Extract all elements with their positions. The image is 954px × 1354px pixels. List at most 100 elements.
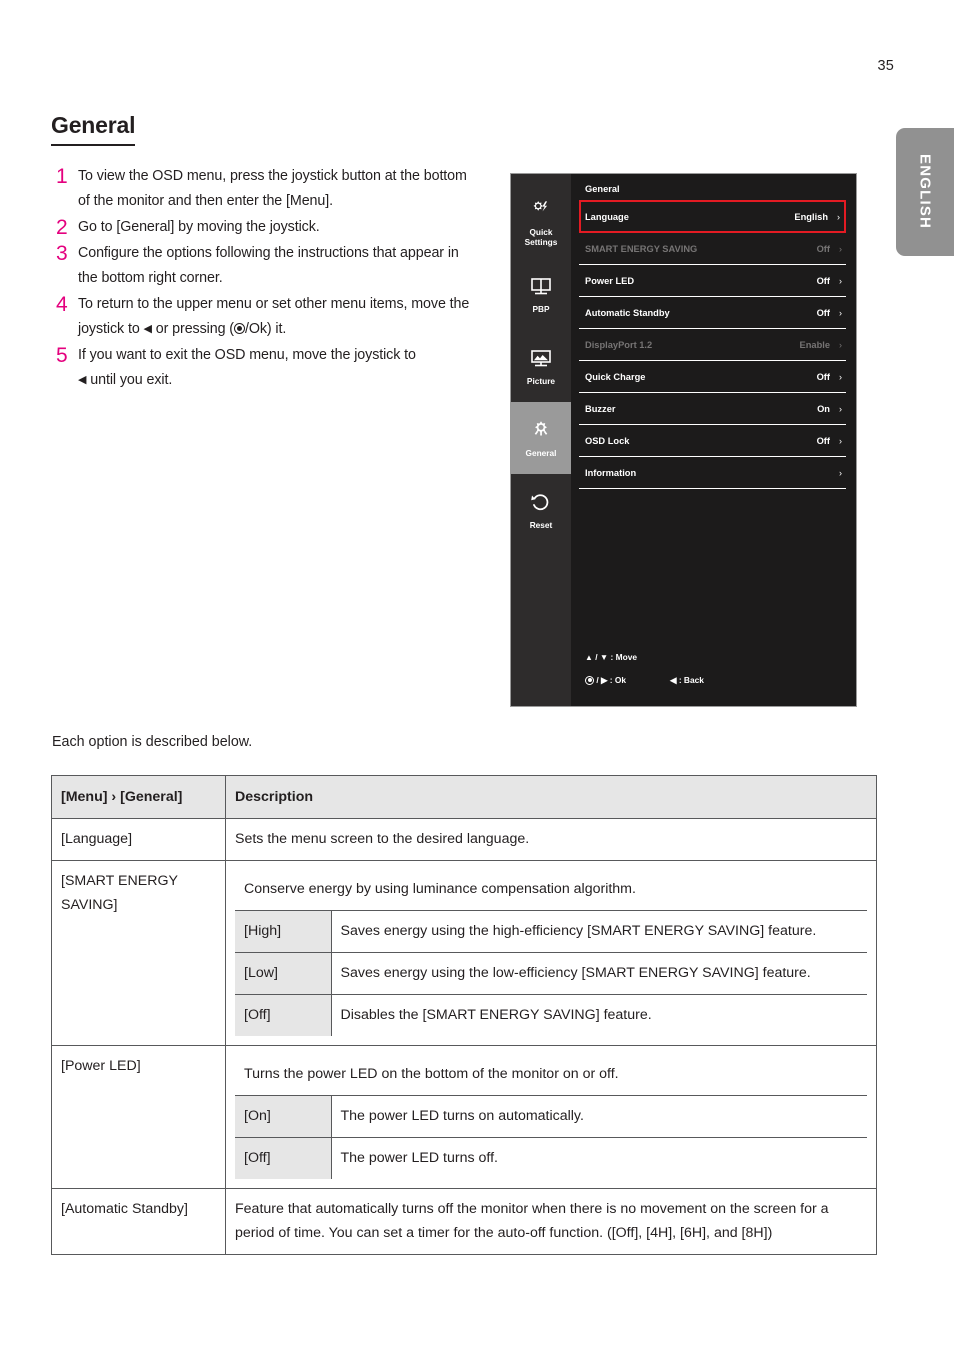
step-number: 5 (56, 344, 68, 367)
inner-row: [Low] Saves energy using the low-efficie… (235, 952, 867, 995)
osd-tab-label: PBP (532, 304, 549, 314)
osd-item-label: Quick Charge (585, 371, 646, 382)
inner-row: [Off] The power LED turns off. (235, 1137, 867, 1179)
osd-item-value: Off (816, 243, 830, 254)
step-number: 4 (56, 293, 68, 316)
osd-tab-label: Quick Settings (525, 227, 558, 247)
osd-item-osd-lock[interactable]: OSD Lock Off › (579, 425, 846, 457)
joystick-ok-icon (585, 675, 594, 685)
osd-tab-label-line1: Picture (526, 376, 556, 386)
osd-item-displayport-12[interactable]: DisplayPort 1.2 Enable › (579, 329, 846, 361)
inner-row: [Off] Disables the [SMART ENERGY SAVING]… (235, 994, 867, 1036)
list-item: 4 To return to the upper menu or set oth… (56, 292, 476, 342)
osd-item-value: Off (816, 371, 830, 382)
table-cell-sub-description: The power LED turns off. (330, 1137, 867, 1179)
list-item: 1 To view the OSD menu, press the joysti… (56, 164, 476, 214)
osd-tab-reset[interactable]: Reset (511, 474, 571, 546)
osd-item-value: Enable (799, 339, 830, 350)
joystick-left-icon: ◀ (143, 323, 152, 335)
osd-item-information[interactable]: Information › (579, 457, 846, 489)
osd-item-language[interactable]: Language English › (579, 200, 846, 233)
list-item: 3 Configure the options following the in… (56, 241, 476, 291)
language-tab-label: ENGLISH (916, 154, 934, 230)
inner-row: Conserve energy by using luminance compe… (235, 869, 867, 911)
osd-item-value: Off (816, 435, 830, 446)
step-text-part: until you exit. (86, 372, 173, 388)
list-item: 2 Go to [General] by moving the joystick… (56, 215, 476, 240)
table-cell-sub-label: [On] (235, 1095, 331, 1138)
chevron-right-icon: › (839, 467, 842, 478)
table-row: [Automatic Standby] Feature that automat… (51, 1188, 877, 1255)
table-cell-description: Feature that automatically turns off the… (225, 1188, 877, 1255)
osd-item-smart-energy-saving[interactable]: SMART ENERGY SAVING Off › (579, 233, 846, 265)
osd-main-panel: General Language English › SMART ENERGY … (571, 174, 856, 706)
osd-item-label: SMART ENERGY SAVING (585, 243, 698, 254)
table-cell-description: Sets the menu screen to the desired lang… (225, 818, 877, 861)
step-text: Go to [General] by moving the joystick. (78, 215, 320, 240)
osd-tab-general[interactable]: General (511, 402, 571, 474)
osd-item-label: DisplayPort 1.2 (585, 339, 653, 350)
instruction-steps: 1 To view the OSD menu, press the joysti… (56, 164, 476, 394)
quick-settings-icon (529, 197, 553, 223)
table-cell-option-name: [Language] (51, 818, 226, 861)
osd-tab-pbp[interactable]: PBP (511, 258, 571, 330)
joystick-ok-icon (233, 323, 245, 334)
table-header-description: Description (225, 775, 877, 819)
table-cell-sub-description: Saves energy using the low-efficiency [S… (330, 952, 867, 995)
osd-item-buzzer[interactable]: Buzzer On › (579, 393, 846, 425)
osd-item-power-led[interactable]: Power LED Off › (579, 265, 846, 297)
step-text-part: /Ok) it. (244, 321, 287, 337)
osd-item-label: Language (585, 211, 629, 222)
table-cell-sub-description: The power LED turns on automatically. (330, 1095, 867, 1138)
table-cell-sub-label: [Off] (235, 994, 331, 1036)
page-number: 35 (877, 58, 894, 74)
chevron-right-icon: › (839, 339, 842, 350)
osd-item-automatic-standby[interactable]: Automatic Standby Off › (579, 297, 846, 329)
table-cell-description: Turns the power LED on the bottom of the… (235, 1054, 867, 1096)
table-cell-sub-description: Disables the [SMART ENERGY SAVING] featu… (330, 994, 867, 1036)
osd-tab-picture[interactable]: Picture (511, 330, 571, 402)
osd-panel-title: General (585, 184, 620, 194)
table-cell-description-group: Conserve energy by using luminance compe… (225, 860, 877, 1046)
hint-move: ▲ / ▼ : Move (585, 649, 704, 665)
osd-tab-label-line1: Reset (529, 520, 553, 530)
gear-icon (529, 418, 553, 444)
page-title: General (51, 112, 135, 146)
osd-tab-quick-settings[interactable]: Quick Settings (511, 186, 571, 258)
list-item: 5 If you want to exit the OSD menu, move… (56, 343, 476, 393)
osd-item-label: OSD Lock (585, 435, 630, 446)
osd-tab-label: Picture (527, 376, 555, 386)
hint-move-label: / ▼ : Move (595, 652, 638, 662)
osd-navigation-hints: ▲ / ▼ : Move / ▶ : Ok ◀ : Back (585, 649, 704, 688)
step-text: If you want to exit the OSD menu, move t… (78, 343, 416, 393)
reset-icon (529, 490, 553, 516)
arrow-up-icon: ▲ (585, 652, 593, 662)
language-tab: ENGLISH (896, 128, 954, 256)
table-caption: Each option is described below. (52, 734, 253, 750)
osd-item-value: Off (816, 275, 830, 286)
table-cell-sub-label: [Low] (235, 952, 331, 995)
table-cell-sub-label: [High] (235, 910, 331, 953)
picture-icon (528, 346, 554, 372)
step-text: To return to the upper menu or set other… (78, 292, 476, 342)
osd-tab-label-line1: PBP (532, 304, 550, 314)
osd-tab-label-line1: Quick (529, 227, 553, 237)
table-cell-description-group: Turns the power LED on the bottom of the… (225, 1045, 877, 1189)
step-text-part: Configure the options following the inst… (78, 245, 459, 286)
hint-ok-label: / ▶ : Ok (596, 675, 627, 685)
inner-row: Turns the power LED on the bottom of the… (235, 1054, 867, 1096)
step-number: 2 (56, 216, 68, 239)
osd-item-label: Information (585, 467, 637, 478)
step-text-part: or pressing ( (151, 321, 234, 337)
options-table: [Menu] › [General] Description [Language… (51, 775, 877, 1255)
osd-item-value: English (794, 211, 828, 222)
osd-tab-label: Reset (530, 520, 553, 530)
table-cell-option-name: [Power LED] (51, 1045, 226, 1189)
osd-item-quick-charge[interactable]: Quick Charge Off › (579, 361, 846, 393)
step-text-part: If you want to exit the OSD menu, move t… (78, 347, 416, 363)
chevron-right-icon: › (837, 211, 840, 222)
table-row: [Power LED] Turns the power LED on the b… (51, 1045, 877, 1189)
table-cell-option-name: [Automatic Standby] (51, 1188, 226, 1255)
table-row: [SMART ENERGY SAVING] Conserve energy by… (51, 860, 877, 1046)
chevron-right-icon: › (839, 275, 842, 286)
